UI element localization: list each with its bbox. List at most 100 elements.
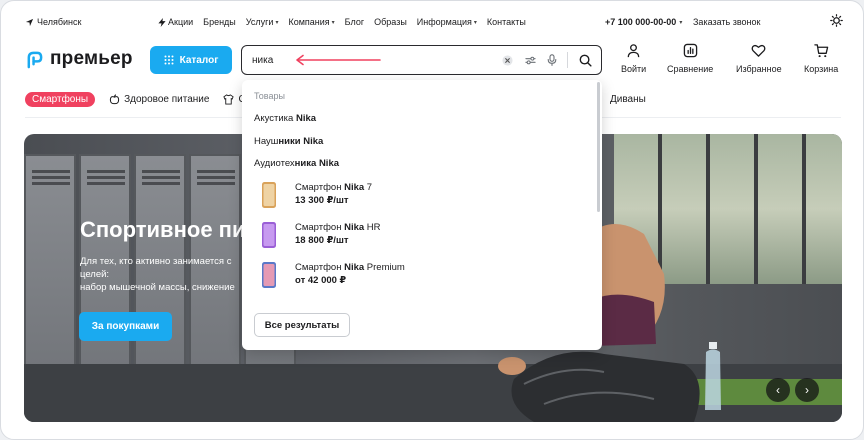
suggestions-section-title: Товары xyxy=(254,91,285,101)
compare-chart-icon xyxy=(683,43,697,58)
search-divider xyxy=(567,52,568,68)
product-model: HR xyxy=(364,222,381,233)
catalog-label: Каталог xyxy=(179,54,219,66)
lightning-icon xyxy=(158,17,166,27)
clear-search-button[interactable] xyxy=(500,53,514,67)
category-healthy-food[interactable]: Здоровое питание xyxy=(109,94,209,105)
category-sofas[interactable]: Диваны xyxy=(610,94,646,105)
slider-prev-button[interactable]: ‹ xyxy=(766,378,790,402)
chevron-left-icon: ‹ xyxy=(776,383,780,397)
logo-mark-icon xyxy=(27,51,43,68)
nav-contacts[interactable]: Контакты xyxy=(487,17,526,27)
header-cart-label: Корзина xyxy=(804,64,839,74)
suggestion-text: Науш xyxy=(254,136,279,147)
suggestion-item[interactable]: Наушники Nika xyxy=(254,136,323,147)
close-circle-icon xyxy=(501,54,513,66)
header-login[interactable]: Войти xyxy=(621,43,646,74)
theme-toggle[interactable] xyxy=(830,14,843,27)
suggestion-item[interactable]: Акустика Nika xyxy=(254,113,316,124)
nav-blog[interactable]: Блог xyxy=(345,17,364,27)
city-selector[interactable]: Челябинск xyxy=(25,17,81,27)
suggestion-match: ники xyxy=(278,136,301,147)
logo-text: премьер xyxy=(50,48,133,69)
chevron-right-icon: › xyxy=(805,383,809,397)
product-result[interactable]: Смартфон Nika HR 18 800 ₽/шт xyxy=(254,218,584,252)
product-result[interactable]: Смартфон Nika 7 13 300 ₽/шт xyxy=(254,178,584,212)
category-bar: Смартфоны Здоровое питание С xyxy=(25,92,246,107)
suggestion-text: Акустика xyxy=(254,113,296,124)
cart-icon xyxy=(813,44,828,58)
product-price: 13 300 ₽/шт xyxy=(295,195,349,206)
search-icon xyxy=(579,54,592,67)
search-submit-button[interactable] xyxy=(577,52,593,68)
suggestion-match: ника xyxy=(294,158,317,169)
header-favorites[interactable]: Избранное xyxy=(736,43,782,74)
product-match: Nika xyxy=(344,182,365,193)
header-compare-label: Сравнение xyxy=(667,64,714,74)
search-filter-button[interactable] xyxy=(523,53,537,67)
smartphone-image xyxy=(262,222,276,248)
header-cart[interactable]: Корзина xyxy=(804,43,838,74)
product-name: Смартфон xyxy=(295,222,345,233)
nav-label: Бренды xyxy=(203,17,236,27)
suggestion-item[interactable]: Аудиотехника Nika xyxy=(254,158,339,169)
product-match: Nika xyxy=(344,262,365,273)
dropdown-scrollbar[interactable] xyxy=(597,82,600,212)
top-bar: Челябинск Акции Бренды Услуги ▾ Компания ▾… xyxy=(1,1,863,41)
product-match: Nika xyxy=(344,222,365,233)
hero-description: Для тех, кто активно занимается с целей:… xyxy=(80,255,260,294)
product-thumbnail xyxy=(254,178,284,212)
hero-title: Спортивное пи xyxy=(80,217,246,242)
page-frame: Челябинск Акции Бренды Услуги ▾ Компания ▾… xyxy=(0,0,864,440)
product-result[interactable]: Смартфон Nika Premium от 42 000 ₽ xyxy=(254,258,584,292)
caret-down-icon: ▾ xyxy=(473,19,477,26)
nav-info[interactable]: Информация ▾ xyxy=(417,17,477,27)
nav-label: Образы xyxy=(374,17,407,27)
user-icon xyxy=(627,44,640,58)
water-bottle-image xyxy=(705,342,721,410)
catalog-button[interactable]: Каталог xyxy=(150,46,232,74)
product-thumbnail xyxy=(254,218,284,252)
caret-down-icon: ▾ xyxy=(331,19,335,26)
category-smartphones[interactable]: Смартфоны xyxy=(25,92,96,107)
product-price: от 42 000 ₽ xyxy=(295,275,347,286)
nav-brands[interactable]: Бренды xyxy=(203,17,236,27)
header-favorites-label: Избранное xyxy=(736,64,782,74)
product-info: Смартфон Nika HR 18 800 ₽/шт xyxy=(295,221,381,247)
hero-line: целей: xyxy=(80,269,110,280)
header-compare[interactable]: Сравнение xyxy=(667,43,713,74)
suggestion-match: Nika xyxy=(318,158,340,169)
all-results-button[interactable]: Все результаты xyxy=(254,313,350,337)
product-price: 18 800 ₽/шт xyxy=(295,235,349,246)
product-info: Смартфон Nika Premium от 42 000 ₽ xyxy=(295,261,405,287)
sun-icon xyxy=(830,14,843,27)
search-box xyxy=(241,45,602,75)
arrow-left-icon xyxy=(296,54,381,66)
site-logo[interactable]: премьер xyxy=(25,48,133,70)
nav-looks[interactable]: Образы xyxy=(374,17,407,27)
product-name: Смартфон xyxy=(295,182,345,193)
microphone-icon xyxy=(547,54,557,66)
suggestion-match: Nika xyxy=(303,136,324,147)
nav-label: Блог xyxy=(344,17,365,27)
callback-link[interactable]: Заказать звонок xyxy=(693,17,760,27)
shop-now-button[interactable]: За покупками xyxy=(79,312,172,341)
nav-services[interactable]: Услуги ▾ xyxy=(246,17,279,27)
nav-company[interactable]: Компания ▾ xyxy=(288,17,334,27)
header-login-label: Войти xyxy=(621,64,647,74)
slider-next-button[interactable]: › xyxy=(795,378,819,402)
caret-down-icon: ▾ xyxy=(679,19,683,26)
location-arrow-icon xyxy=(25,18,34,26)
product-model: 7 xyxy=(364,182,373,193)
top-nav: Акции Бренды Услуги ▾ Компания ▾ Блог Обра… xyxy=(158,17,526,27)
suggestion-text: Аудиотех xyxy=(254,158,295,169)
nav-label: Компания xyxy=(288,17,330,27)
phone-number[interactable]: +7 100 000-00-00 ▾ xyxy=(605,17,682,27)
voice-search-button[interactable] xyxy=(545,53,559,67)
nav-promotions[interactable]: Акции xyxy=(158,17,193,27)
sliders-icon xyxy=(524,56,536,64)
product-name: Смартфон xyxy=(295,262,345,273)
smartphone-image xyxy=(262,182,276,208)
product-info: Смартфон Nika 7 13 300 ₽/шт xyxy=(295,181,372,207)
product-thumbnail xyxy=(254,258,284,292)
